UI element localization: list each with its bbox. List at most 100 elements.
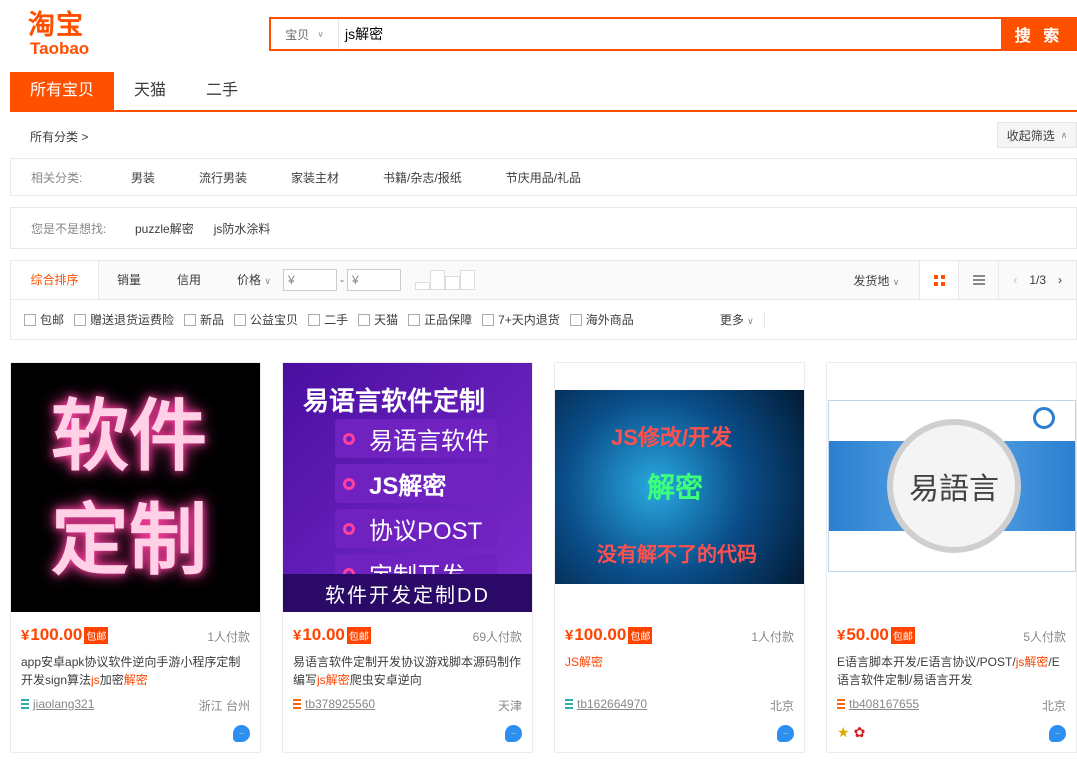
suggest-label: 您是不是想找: <box>31 221 107 236</box>
image-footer-text: 软件开发定制DD <box>325 584 490 607</box>
price-from-input[interactable]: ¥ <box>282 269 337 291</box>
ship-location: 天津 <box>497 699 522 713</box>
list-view-icon[interactable] <box>959 261 1000 299</box>
product-title[interactable]: app安卓apk协议软件逆向手游小程序定制开发sign算法js加密解密 <box>21 653 252 689</box>
tab-secondhand[interactable]: 二手 <box>186 72 258 110</box>
checkbox[interactable] <box>24 313 36 326</box>
suggest-item[interactable]: puzzle解密 <box>135 220 194 237</box>
free-shipping-badge: 包邮 <box>890 626 915 644</box>
filter-return-insurance[interactable]: 赠送退货运费险 <box>74 311 174 328</box>
price-to-input[interactable]: ¥ <box>346 269 401 291</box>
wangwang-chat-icon[interactable]: ·· <box>505 725 522 742</box>
product-price: ¥50.00 包邮 <box>837 625 915 645</box>
sort-price[interactable]: 价格 ∨ <box>219 261 289 299</box>
image-footer: 软件开发定制DD <box>283 574 532 612</box>
free-shipping-badge: 包邮 <box>346 626 371 644</box>
checkbox[interactable] <box>408 313 421 326</box>
product-image[interactable]: 易語言 <box>827 363 1076 612</box>
location-label: 发货地 <box>853 273 890 288</box>
checkbox[interactable] <box>482 313 495 326</box>
checkbox[interactable] <box>234 313 247 326</box>
search-button[interactable]: 搜 索 <box>1001 17 1077 51</box>
product-image[interactable]: 易语言软件定制 易语言软件 JS解密 协议POST 定制开发 软件开发定制DD <box>283 363 532 612</box>
chevron-down-icon: ∨ <box>317 28 324 39</box>
product-title[interactable]: JS解密 <box>565 653 796 671</box>
sort-price-label: 价格 <box>237 273 262 287</box>
image-text: 易语言软件定制 <box>303 386 486 416</box>
chevron-down-icon: ∨ <box>264 276 271 286</box>
title-highlight: js解密 <box>317 673 350 687</box>
yen-sign: ¥ <box>21 626 30 644</box>
shop-name: tb378925560 <box>305 697 376 711</box>
shop-link[interactable]: tb162664970 <box>565 697 647 711</box>
checkbox[interactable] <box>184 313 197 326</box>
product-card[interactable]: JS修改/开发 解密 没有解不了的代码 ¥100.00 包邮 1人付款 JS解密 … <box>554 362 805 753</box>
shop-link[interactable]: tb378925560 <box>293 697 375 711</box>
search-scope-select[interactable]: 宝贝 ∨ <box>271 19 339 49</box>
related-item[interactable]: 书籍/杂志/报纸 <box>383 169 462 186</box>
location-dropdown[interactable]: 发货地 ∨ <box>833 272 919 289</box>
collapse-label: 收起筛选 <box>1006 128 1055 143</box>
sort-credit[interactable]: 信用 <box>159 261 219 299</box>
filter-label: 二手 <box>324 313 349 327</box>
shop-icon <box>21 699 29 709</box>
filter-free-shipping[interactable]: 包邮 <box>24 311 64 328</box>
wangwang-chat-icon[interactable]: ·· <box>233 725 250 742</box>
checkbox[interactable] <box>358 313 371 326</box>
filter-tmall[interactable]: 天猫 <box>358 311 398 328</box>
filter-new[interactable]: 新品 <box>184 311 224 328</box>
taobao-logo[interactable]: 淘宝 Taobao <box>28 10 89 58</box>
checkbox[interactable] <box>74 313 87 326</box>
price-range-histogram-icon[interactable] <box>414 270 475 290</box>
next-page-icon[interactable]: › <box>1058 273 1062 287</box>
title-highlight: JS解密 <box>565 655 604 669</box>
filter-overseas[interactable]: 海外商品 <box>569 311 634 328</box>
gold-medal-icon[interactable]: ★ <box>837 724 850 741</box>
sort-sales[interactable]: 销量 <box>99 261 159 299</box>
sort-default[interactable]: 综合排序 <box>11 261 99 299</box>
shop-link[interactable]: tb408167655 <box>837 697 919 711</box>
rose-icon[interactable]: ✿ <box>854 724 866 741</box>
grid-view-icon[interactable] <box>919 261 960 299</box>
price-value: 100.00 <box>30 625 83 644</box>
wangwang-chat-icon[interactable]: ·· <box>1049 725 1066 742</box>
filter-label: 新品 <box>200 313 225 327</box>
collapse-filter-button[interactable]: 收起筛选 ∧ <box>997 122 1077 148</box>
image-text: 软件 <box>51 392 208 480</box>
product-card[interactable]: 易語言 ¥50.00 包邮 5人付款 E语言脚本开发/E语言协议/POST/js解… <box>826 362 1077 753</box>
product-image[interactable]: 软件 定制 <box>11 363 260 612</box>
product-image[interactable]: JS修改/开发 解密 没有解不了的代码 <box>555 363 804 612</box>
product-title[interactable]: E语言脚本开发/E语言协议/POST/js解密/E语言软件定制/易语言开发 <box>837 653 1068 689</box>
more-label: 更多 <box>719 313 744 327</box>
filter-7day-return[interactable]: 7+天内退货 <box>482 311 560 328</box>
all-categories-link[interactable]: 所有分类 > <box>30 128 88 145</box>
related-item[interactable]: 流行男装 <box>199 169 247 186</box>
chevron-up-icon: ∧ <box>1060 129 1068 140</box>
image-list-item: 协议POST <box>335 509 497 548</box>
filter-label: 7+天内退货 <box>498 313 560 327</box>
filter-secondhand[interactable]: 二手 <box>308 311 348 328</box>
product-card[interactable]: 软件 定制 ¥100.00 包邮 1人付款 app安卓apk协议软件逆向手游小程序… <box>10 362 261 753</box>
filter-charity[interactable]: 公益宝贝 <box>234 311 298 328</box>
related-item[interactable]: 节庆用品/礼品 <box>506 169 581 186</box>
product-card[interactable]: 易语言软件定制 易语言软件 JS解密 协议POST 定制开发 软件开发定制DD … <box>282 362 533 753</box>
filter-genuine[interactable]: 正品保障 <box>408 311 472 328</box>
more-filters-dropdown[interactable]: 更多 ∨ <box>720 311 765 328</box>
suggest-item[interactable]: js防水涂料 <box>214 220 271 237</box>
image-text: 易語言 <box>909 472 999 507</box>
shop-link[interactable]: jiaolang321 <box>21 697 94 711</box>
tab-tmall[interactable]: 天猫 <box>114 72 186 110</box>
related-item[interactable]: 男装 <box>131 169 155 186</box>
search-input[interactable]: js解密 <box>339 19 1001 49</box>
checkbox[interactable] <box>308 313 321 326</box>
price-dash: - <box>339 273 344 287</box>
wangwang-chat-icon[interactable]: ·· <box>777 725 794 742</box>
related-item[interactable]: 家装主材 <box>291 169 339 186</box>
prev-page-icon[interactable]: ‹ <box>1013 273 1017 287</box>
tab-all[interactable]: 所有宝贝 <box>10 72 115 110</box>
ship-location: 浙江 台州 <box>198 699 250 713</box>
image-list-text: 协议POST <box>369 518 483 545</box>
image-seal: 易語言 <box>887 419 1021 553</box>
product-title[interactable]: 易语言软件定制开发协议游戏脚本源码制作编写js解密爬虫安卓逆向 <box>293 653 524 689</box>
checkbox[interactable] <box>569 313 582 326</box>
